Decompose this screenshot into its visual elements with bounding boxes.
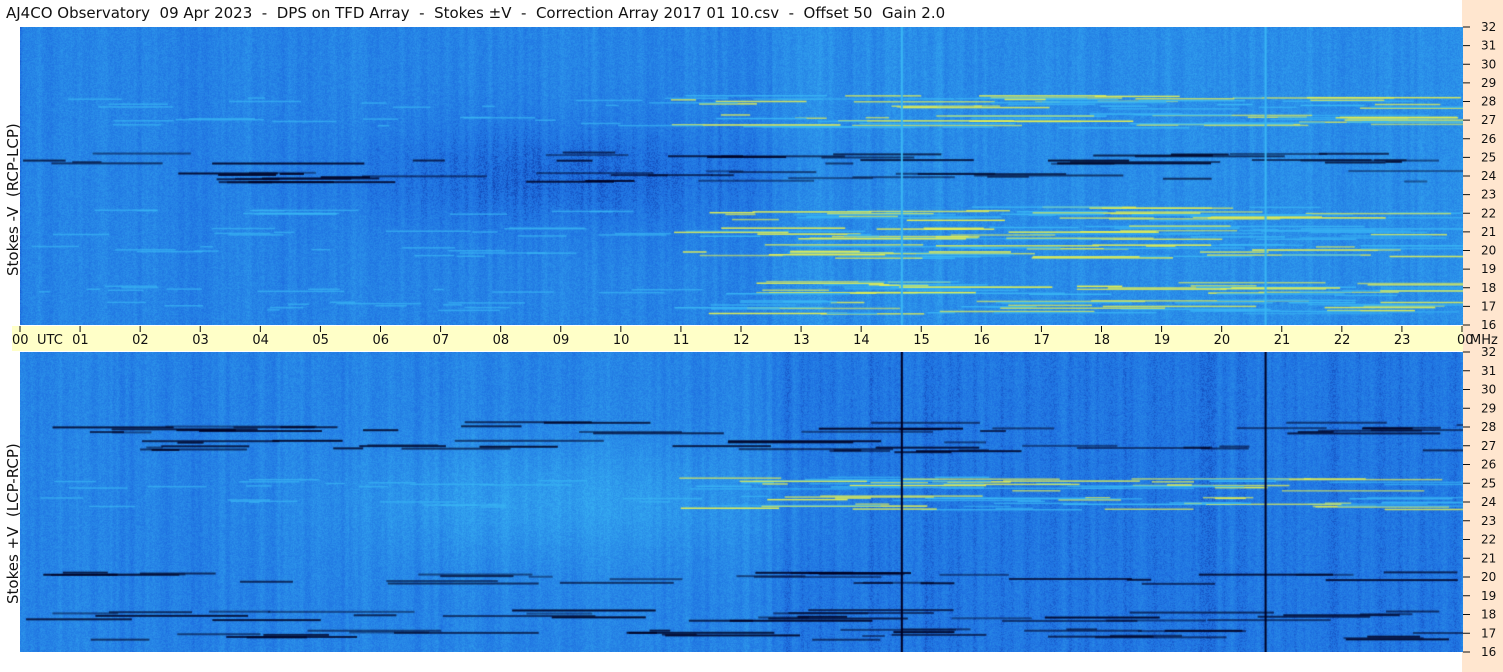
y-axis-label-bottom: Stokes +V (LCP-RCP) — [4, 443, 22, 604]
heatmap-stokes-plus-v — [20, 352, 1463, 652]
heatmap-stokes-minus-v — [20, 27, 1463, 325]
right-frame — [1462, 0, 1503, 672]
utc-axis-band — [12, 326, 1463, 351]
chart-title: AJ4CO Observatory 09 Apr 2023 - DPS on T… — [6, 4, 946, 22]
y-axis-label-top: Stokes -V (RCP-LCP) — [4, 123, 22, 276]
